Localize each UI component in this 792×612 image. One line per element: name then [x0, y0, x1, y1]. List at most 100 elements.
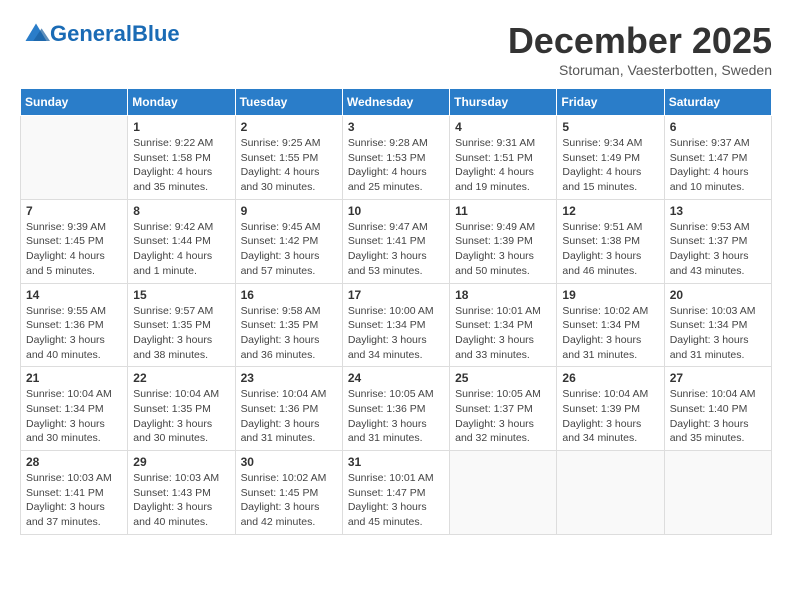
day-info: Sunrise: 9:55 AM Sunset: 1:36 PM Dayligh… [26, 304, 122, 363]
day-of-week-header: Friday [557, 89, 664, 116]
day-of-week-header: Sunday [21, 89, 128, 116]
day-number: 21 [26, 371, 122, 385]
day-info: Sunrise: 10:00 AM Sunset: 1:34 PM Daylig… [348, 304, 444, 363]
day-number: 3 [348, 120, 444, 134]
calendar-week-row: 21 Sunrise: 10:04 AM Sunset: 1:34 PM Dayl… [21, 367, 772, 451]
day-info: Sunrise: 9:42 AM Sunset: 1:44 PM Dayligh… [133, 220, 229, 279]
calendar-day-cell: 28 Sunrise: 10:03 AM Sunset: 1:41 PM Dayl… [21, 451, 128, 535]
day-info: Sunrise: 10:03 AM Sunset: 1:41 PM Daylig… [26, 471, 122, 530]
day-of-week-header: Monday [128, 89, 235, 116]
calendar-day-cell: 26 Sunrise: 10:04 AM Sunset: 1:39 PM Dayl… [557, 367, 664, 451]
day-of-week-header: Thursday [450, 89, 557, 116]
calendar-day-cell: 5Sunrise: 9:34 AM Sunset: 1:49 PM Daylig… [557, 116, 664, 200]
day-of-week-header: Wednesday [342, 89, 449, 116]
calendar-day-cell: 2 Sunrise: 9:25 AM Sunset: 1:55 PM Daylig… [235, 116, 342, 200]
calendar-day-cell: 27 Sunrise: 10:04 AM Sunset: 1:40 PM Dayl… [664, 367, 771, 451]
day-number: 22 [133, 371, 229, 385]
calendar-day-cell: 9 Sunrise: 9:45 AM Sunset: 1:42 PM Daylig… [235, 199, 342, 283]
day-info: Sunrise: 9:31 AM Sunset: 1:51 PM Dayligh… [455, 136, 551, 195]
calendar-day-cell [450, 451, 557, 535]
day-number: 2 [241, 120, 337, 134]
day-number: 20 [670, 288, 766, 302]
day-info: Sunrise: 10:04 AM Sunset: 1:39 PM Daylig… [562, 387, 658, 446]
day-number: 11 [455, 204, 551, 218]
day-info: Sunrise: 9:47 AM Sunset: 1:41 PM Dayligh… [348, 220, 444, 279]
calendar-day-cell: 1 Sunrise: 9:22 AM Sunset: 1:58 PM Daylig… [128, 116, 235, 200]
day-number: 15 [133, 288, 229, 302]
day-info: Sunrise: 9:22 AM Sunset: 1:58 PM Dayligh… [133, 136, 229, 195]
calendar-day-cell: 29Sunrise: 10:03 AM Sunset: 1:43 PM Dayl… [128, 451, 235, 535]
calendar-week-row: 1 Sunrise: 9:22 AM Sunset: 1:58 PM Daylig… [21, 116, 772, 200]
day-number: 6 [670, 120, 766, 134]
calendar-day-cell: 16Sunrise: 9:58 AM Sunset: 1:35 PM Dayli… [235, 283, 342, 367]
calendar-header: SundayMondayTuesdayWednesdayThursdayFrid… [21, 89, 772, 116]
calendar-day-cell: 13Sunrise: 9:53 AM Sunset: 1:37 PM Dayli… [664, 199, 771, 283]
day-number: 14 [26, 288, 122, 302]
calendar-day-cell: 19Sunrise: 10:02 AM Sunset: 1:34 PM Dayl… [557, 283, 664, 367]
calendar-day-cell: 12Sunrise: 9:51 AM Sunset: 1:38 PM Dayli… [557, 199, 664, 283]
logo: GeneralBlue [20, 20, 180, 48]
day-of-week-header: Tuesday [235, 89, 342, 116]
calendar-day-cell: 15 Sunrise: 9:57 AM Sunset: 1:35 PM Dayli… [128, 283, 235, 367]
day-info: Sunrise: 9:34 AM Sunset: 1:49 PM Dayligh… [562, 136, 658, 195]
day-info: Sunrise: 9:37 AM Sunset: 1:47 PM Dayligh… [670, 136, 766, 195]
calendar-day-cell: 18Sunrise: 10:01 AM Sunset: 1:34 PM Dayl… [450, 283, 557, 367]
day-number: 4 [455, 120, 551, 134]
calendar-day-cell: 22 Sunrise: 10:04 AM Sunset: 1:35 PM Dayl… [128, 367, 235, 451]
page-header: GeneralBlue December 2025 Storuman, Vaes… [20, 20, 772, 78]
day-number: 17 [348, 288, 444, 302]
day-number: 7 [26, 204, 122, 218]
calendar-day-cell [21, 116, 128, 200]
day-info: Sunrise: 10:02 AM Sunset: 1:45 PM Daylig… [241, 471, 337, 530]
day-number: 8 [133, 204, 229, 218]
day-info: Sunrise: 10:04 AM Sunset: 1:35 PM Daylig… [133, 387, 229, 446]
day-number: 29 [133, 455, 229, 469]
calendar-day-cell: 17 Sunrise: 10:00 AM Sunset: 1:34 PM Dayl… [342, 283, 449, 367]
calendar-day-cell: 3Sunrise: 9:28 AM Sunset: 1:53 PM Daylig… [342, 116, 449, 200]
calendar-day-cell: 31 Sunrise: 10:01 AM Sunset: 1:47 PM Dayl… [342, 451, 449, 535]
day-number: 28 [26, 455, 122, 469]
calendar-day-cell [557, 451, 664, 535]
calendar-week-row: 28 Sunrise: 10:03 AM Sunset: 1:41 PM Dayl… [21, 451, 772, 535]
logo-icon [22, 20, 50, 48]
calendar-day-cell: 23Sunrise: 10:04 AM Sunset: 1:36 PM Dayl… [235, 367, 342, 451]
day-info: Sunrise: 9:39 AM Sunset: 1:45 PM Dayligh… [26, 220, 122, 279]
day-number: 26 [562, 371, 658, 385]
day-number: 16 [241, 288, 337, 302]
day-number: 27 [670, 371, 766, 385]
day-number: 1 [133, 120, 229, 134]
day-number: 31 [348, 455, 444, 469]
calendar-table: SundayMondayTuesdayWednesdayThursdayFrid… [20, 88, 772, 535]
title-area: December 2025 Storuman, Vaesterbotten, S… [508, 20, 772, 78]
logo-text: GeneralBlue [50, 21, 180, 46]
calendar-day-cell: 21 Sunrise: 10:04 AM Sunset: 1:34 PM Dayl… [21, 367, 128, 451]
day-info: Sunrise: 9:45 AM Sunset: 1:42 PM Dayligh… [241, 220, 337, 279]
day-info: Sunrise: 10:01 AM Sunset: 1:47 PM Daylig… [348, 471, 444, 530]
day-info: Sunrise: 9:25 AM Sunset: 1:55 PM Dayligh… [241, 136, 337, 195]
day-info: Sunrise: 10:04 AM Sunset: 1:34 PM Daylig… [26, 387, 122, 446]
calendar-day-cell: 11 Sunrise: 9:49 AM Sunset: 1:39 PM Dayli… [450, 199, 557, 283]
day-number: 30 [241, 455, 337, 469]
day-number: 9 [241, 204, 337, 218]
day-number: 18 [455, 288, 551, 302]
day-info: Sunrise: 10:03 AM Sunset: 1:34 PM Daylig… [670, 304, 766, 363]
day-info: Sunrise: 9:57 AM Sunset: 1:35 PM Dayligh… [133, 304, 229, 363]
calendar-day-cell [664, 451, 771, 535]
calendar-day-cell: 6 Sunrise: 9:37 AM Sunset: 1:47 PM Daylig… [664, 116, 771, 200]
day-number: 23 [241, 371, 337, 385]
calendar-day-cell: 4 Sunrise: 9:31 AM Sunset: 1:51 PM Daylig… [450, 116, 557, 200]
day-info: Sunrise: 9:49 AM Sunset: 1:39 PM Dayligh… [455, 220, 551, 279]
calendar-day-cell: 20 Sunrise: 10:03 AM Sunset: 1:34 PM Dayl… [664, 283, 771, 367]
day-number: 10 [348, 204, 444, 218]
day-info: Sunrise: 9:53 AM Sunset: 1:37 PM Dayligh… [670, 220, 766, 279]
location-subtitle: Storuman, Vaesterbotten, Sweden [508, 62, 772, 78]
day-of-week-header: Saturday [664, 89, 771, 116]
day-info: Sunrise: 9:51 AM Sunset: 1:38 PM Dayligh… [562, 220, 658, 279]
day-info: Sunrise: 10:02 AM Sunset: 1:34 PM Daylig… [562, 304, 658, 363]
days-of-week-row: SundayMondayTuesdayWednesdayThursdayFrid… [21, 89, 772, 116]
day-number: 24 [348, 371, 444, 385]
day-info: Sunrise: 10:04 AM Sunset: 1:40 PM Daylig… [670, 387, 766, 446]
calendar-day-cell: 30 Sunrise: 10:02 AM Sunset: 1:45 PM Dayl… [235, 451, 342, 535]
calendar-day-cell: 10 Sunrise: 9:47 AM Sunset: 1:41 PM Dayli… [342, 199, 449, 283]
calendar-day-cell: 8 Sunrise: 9:42 AM Sunset: 1:44 PM Daylig… [128, 199, 235, 283]
